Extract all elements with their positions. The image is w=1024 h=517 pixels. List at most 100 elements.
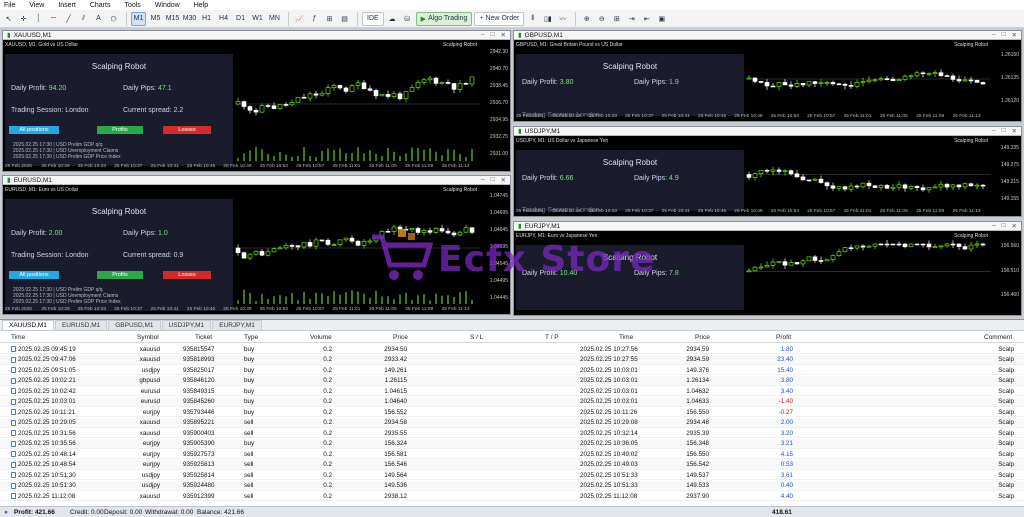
table-row[interactable]: 2025.02.25 10:48:14 eurjpy 935927573 sell 0.… xyxy=(0,449,1024,459)
col-symbol[interactable]: Symbol xyxy=(137,334,159,341)
table-row[interactable]: 2025.02.25 09:45:19 xauusd 935815547 buy 0.2… xyxy=(0,344,1024,354)
tab-usdjpy-m1[interactable]: USDJPY,M1 xyxy=(161,320,212,330)
tile-icon[interactable]: ⊞ xyxy=(610,12,623,26)
zoom-in-icon[interactable]: ⊕ xyxy=(580,12,593,26)
objects-icon[interactable]: ⊞ xyxy=(323,12,336,26)
table-row[interactable]: 2025.02.25 10:48:54 eurjpy 935925813 sell 0.… xyxy=(0,459,1024,470)
timeframe-m30[interactable]: M30 xyxy=(182,12,197,26)
maximize-icon[interactable]: □ xyxy=(491,31,495,39)
autoscroll-icon[interactable]: ⇥ xyxy=(625,12,638,26)
close-icon[interactable]: ✕ xyxy=(501,176,506,184)
table-row[interactable]: 2025.02.25 09:47:06 xauusd 935818993 buy 0.2… xyxy=(0,354,1024,365)
profits-button[interactable]: Profits xyxy=(97,271,143,279)
tab-gbpusd-m1[interactable]: GBPUSD,M1 xyxy=(108,320,161,330)
bars-icon[interactable]: ⫴ xyxy=(526,12,539,26)
chart-window-title[interactable]: ▮ XAUUSD,M1 – □ ✕ xyxy=(3,31,510,40)
minimize-icon[interactable]: – xyxy=(992,31,996,39)
chart-window-jpy[interactable]: ▮ USDJPY,M1 – □ ✕ USDJPY, M1: US Dollar vs Ja… xyxy=(513,126,1022,217)
table-row[interactable]: 2025.02.25 11:12:08 xauusd 935912399 sell 0.… xyxy=(0,491,1024,501)
timeframe-m1[interactable]: M1 xyxy=(131,11,146,26)
vertical-line-icon[interactable]: │ xyxy=(32,12,45,26)
table-row[interactable]: 2025.02.25 09:51:05 usdjpy 935825017 buy 0.2… xyxy=(0,365,1024,375)
col-price[interactable]: Price xyxy=(393,334,408,341)
losses-button[interactable]: Losses xyxy=(163,126,211,134)
menu-file[interactable]: File xyxy=(4,2,15,9)
col-profit[interactable]: Profit xyxy=(776,334,791,341)
market-icon[interactable]: ⛁ xyxy=(401,12,414,26)
candlestick-chart[interactable] xyxy=(746,47,991,111)
new-order-button[interactable]: + New Order xyxy=(474,11,525,26)
col-ticket[interactable]: Ticket xyxy=(195,334,212,341)
tab-eurjpy-m1[interactable]: EURJPY,M1 xyxy=(212,320,262,330)
all-positions-button[interactable]: All positions xyxy=(9,126,59,134)
menu-charts[interactable]: Charts xyxy=(90,2,111,9)
chart-window-title[interactable]: ▮ USDJPY,M1 – □ ✕ xyxy=(514,127,1021,136)
cursor-icon[interactable]: ↖ xyxy=(2,12,15,26)
col-volume[interactable]: Volume xyxy=(310,334,332,341)
chart-window-ej[interactable]: ▮ EURJPY,M1 – □ ✕ EURJPY, M1: Euro vs Japanes… xyxy=(513,221,1022,316)
candles-icon[interactable]: ▯▮ xyxy=(541,12,554,26)
maximize-icon[interactable]: □ xyxy=(491,176,495,184)
timeframe-h4[interactable]: H4 xyxy=(216,12,231,26)
profits-button[interactable]: Profits xyxy=(97,126,143,134)
trendline-icon[interactable]: ╱ xyxy=(62,12,75,26)
shapes-icon[interactable]: ⬡ xyxy=(107,12,120,26)
close-icon[interactable]: ✕ xyxy=(1012,222,1017,230)
minimize-icon[interactable]: – xyxy=(481,31,485,39)
losses-button[interactable]: Losses xyxy=(163,271,211,279)
minimize-icon[interactable]: – xyxy=(481,176,485,184)
table-row[interactable]: 2025.02.25 10:35:56 eurjpy 935905390 buy 0.2… xyxy=(0,438,1024,449)
menu-view[interactable]: View xyxy=(29,2,44,9)
timeframe-m5[interactable]: M5 xyxy=(148,12,163,26)
close-icon[interactable]: ✕ xyxy=(501,31,506,39)
chart-window-eur[interactable]: ▮ EURUSD,M1 – □ ✕ EURUSD, M1: Euro vs US Doll… xyxy=(2,175,511,315)
timeframe-h1[interactable]: H1 xyxy=(199,12,214,26)
candlestick-chart[interactable] xyxy=(746,143,991,206)
tab-xauusd-m1[interactable]: XAUUSD,M1 xyxy=(2,320,54,330)
chart-shift-icon[interactable]: ⇤ xyxy=(640,12,653,26)
table-row[interactable]: 2025.02.25 10:51:30 usdjpy 935924480 sell 0.… xyxy=(0,480,1024,491)
table-row[interactable]: 2025.02.25 10:02:21 gbpusd 935846120 buy 0.2… xyxy=(0,375,1024,386)
cloud-icon[interactable]: ☁ xyxy=(386,12,399,26)
chart-window-xau[interactable]: ▮ XAUUSD,M1 – □ ✕ XAUUSD, M1: Gold vs US Doll… xyxy=(2,30,511,172)
table-row[interactable]: 2025.02.25 10:51:30 usdjpy 935925814 sell 0.… xyxy=(0,470,1024,480)
timeframe-mn[interactable]: MN xyxy=(267,12,282,26)
menu-window[interactable]: Window xyxy=(155,2,180,9)
chart-window-title[interactable]: ▮ EURJPY,M1 – □ ✕ xyxy=(514,222,1021,231)
algo-trading-button[interactable]: ▶ Algo Trading xyxy=(415,11,473,26)
timeframe-d1[interactable]: D1 xyxy=(233,12,248,26)
close-icon[interactable]: ✕ xyxy=(1012,127,1017,135)
chart-window-title[interactable]: ▮ EURUSD,M1 – □ ✕ xyxy=(3,176,510,185)
text-icon[interactable]: A xyxy=(92,12,105,26)
screenshot-icon[interactable]: ▣ xyxy=(655,12,668,26)
table-row[interactable]: 2025.02.25 10:02:42 eurusd 935849315 buy 0.2… xyxy=(0,386,1024,396)
col-sl[interactable]: S / L xyxy=(470,334,483,341)
chart-type-icon[interactable]: 📈 xyxy=(293,12,306,26)
timeframe-m15[interactable]: M15 xyxy=(165,12,180,26)
zoom-out-icon[interactable]: ⊖ xyxy=(595,12,608,26)
channel-icon[interactable]: ⫽ xyxy=(77,12,90,26)
table-row[interactable]: 2025.02.25 10:29:05 xauusd 935895221 sell 0.… xyxy=(0,417,1024,428)
table-row[interactable]: 2025.02.25 10:11:21 eurjpy 935793446 buy 0.2… xyxy=(0,407,1024,417)
table-row[interactable]: 2025.02.25 10:31:56 xauusd 935900403 sell 0.… xyxy=(0,428,1024,438)
tab-eurusd-m1[interactable]: EURUSD,M1 xyxy=(54,320,108,330)
maximize-icon[interactable]: □ xyxy=(1002,31,1006,39)
all-positions-button[interactable]: All positions xyxy=(9,271,59,279)
table-row[interactable]: 2025.02.25 10:03:01 eurusd 935845260 buy 0.2… xyxy=(0,396,1024,407)
minimize-icon[interactable]: – xyxy=(992,127,996,135)
col-price2[interactable]: Price xyxy=(695,334,710,341)
minimize-icon[interactable]: – xyxy=(992,222,996,230)
close-icon[interactable]: ✕ xyxy=(1012,31,1017,39)
candlestick-chart[interactable] xyxy=(235,47,480,161)
col-tp[interactable]: T / P xyxy=(545,334,559,341)
maximize-icon[interactable]: □ xyxy=(1002,222,1006,230)
col-comment[interactable]: Comment xyxy=(984,334,1012,341)
col-time[interactable]: Time xyxy=(11,334,25,341)
menu-tools[interactable]: Tools xyxy=(124,2,140,9)
col-type[interactable]: Type xyxy=(244,334,258,341)
candlestick-chart[interactable] xyxy=(746,238,991,305)
menu-insert[interactable]: Insert xyxy=(58,2,76,9)
ide-button[interactable]: IDE xyxy=(362,11,384,26)
chart-window-title[interactable]: ▮ GBPUSD,M1 – □ ✕ xyxy=(514,31,1021,40)
line-chart-icon[interactable]: 〰 xyxy=(556,12,569,26)
